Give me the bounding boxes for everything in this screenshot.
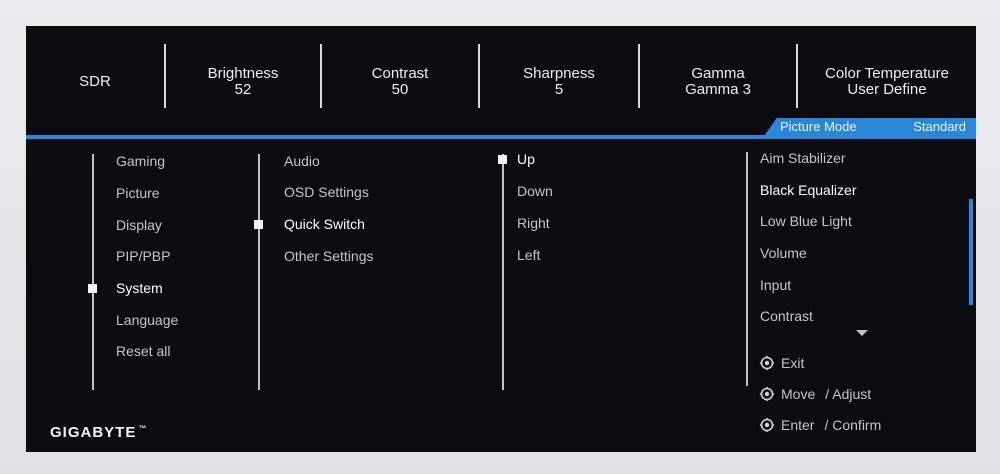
sharpness-status: Sharpness 5	[480, 26, 638, 136]
joystick-icon	[759, 355, 775, 371]
picture-mode-value: Standard	[913, 119, 966, 134]
contrast-status: Contrast 50	[322, 26, 478, 136]
option-down[interactable]: Down	[517, 183, 553, 199]
chevron-down-icon[interactable]	[856, 330, 868, 336]
quick-item-contrast[interactable]: Contrast	[760, 308, 813, 324]
menu-item-picture[interactable]: Picture	[116, 185, 160, 201]
help-move: Move / Adjust	[759, 386, 871, 402]
sharpness-value: 5	[554, 80, 564, 98]
osd-screen: SDR Brightness 52 Contrast 50 Sharpness …	[26, 26, 976, 452]
contrast-value: 50	[391, 80, 409, 98]
mode-label: SDR	[79, 72, 111, 90]
menu-item-display[interactable]: Display	[116, 217, 162, 233]
menu-item-system[interactable]: System	[116, 280, 163, 296]
column-line	[92, 154, 94, 390]
picture-mode-label: Picture Mode	[780, 119, 857, 134]
help-enter-label: Enter	[781, 417, 815, 433]
quick-item-aim-stabilizer[interactable]: Aim Stabilizer	[760, 150, 846, 166]
menu-item-language[interactable]: Language	[116, 312, 178, 328]
help-adjust-label: / Adjust	[825, 386, 872, 402]
submenu-item-osd-settings[interactable]: OSD Settings	[284, 184, 369, 200]
gamma-value: Gamma 3	[685, 80, 751, 98]
quick-item-input[interactable]: Input	[760, 277, 791, 293]
selection-marker	[254, 220, 263, 229]
quick-item-low-blue-light[interactable]: Low Blue Light	[760, 213, 852, 229]
gamma-status: Gamma Gamma 3	[640, 26, 796, 136]
mode-indicator: SDR	[26, 26, 164, 136]
option-right[interactable]: Right	[517, 215, 550, 231]
contrast-label: Contrast	[371, 64, 429, 82]
picture-mode-tab: Picture Mode Standard	[764, 118, 976, 136]
menu-item-gaming[interactable]: Gaming	[116, 153, 165, 169]
option-up[interactable]: Up	[517, 151, 535, 167]
selection-marker	[498, 155, 507, 164]
selection-marker	[88, 284, 97, 293]
help-confirm-label: / Confirm	[824, 417, 882, 433]
submenu-item-audio[interactable]: Audio	[284, 153, 320, 169]
quick-item-volume[interactable]: Volume	[760, 245, 807, 261]
column-line	[746, 152, 748, 386]
brightness-status: Brightness 52	[166, 26, 320, 136]
column-line	[258, 154, 260, 390]
trademark: ™	[138, 424, 148, 433]
color-temperature-value: User Define	[847, 80, 927, 98]
submenu-item-quick-switch[interactable]: Quick Switch	[284, 216, 365, 232]
divider-bar	[26, 135, 976, 139]
column-line	[502, 154, 504, 390]
help-exit-label: Exit	[781, 355, 805, 371]
menu-item-pip-pbp[interactable]: PIP/PBP	[116, 248, 170, 264]
option-left[interactable]: Left	[517, 247, 540, 263]
brand-name: GIGABYTE	[50, 424, 137, 441]
brand-logo: GIGABYTE ™	[50, 424, 147, 441]
quick-item-black-equalizer[interactable]: Black Equalizer	[760, 182, 857, 198]
brightness-label: Brightness	[207, 64, 279, 82]
brightness-value: 52	[234, 80, 252, 98]
joystick-icon	[759, 386, 775, 402]
gamma-label: Gamma	[691, 64, 745, 82]
help-enter: Enter / Confirm	[759, 417, 881, 433]
scrollbar[interactable]	[969, 199, 973, 305]
menu-item-reset-all[interactable]: Reset all	[116, 343, 170, 359]
joystick-icon	[759, 417, 775, 433]
help-move-label: Move	[781, 386, 816, 402]
color-temperature-label: Color Temperature	[825, 64, 949, 82]
help-exit: Exit	[759, 355, 804, 371]
sharpness-label: Sharpness	[523, 64, 595, 82]
submenu-item-other-settings[interactable]: Other Settings	[284, 248, 374, 264]
